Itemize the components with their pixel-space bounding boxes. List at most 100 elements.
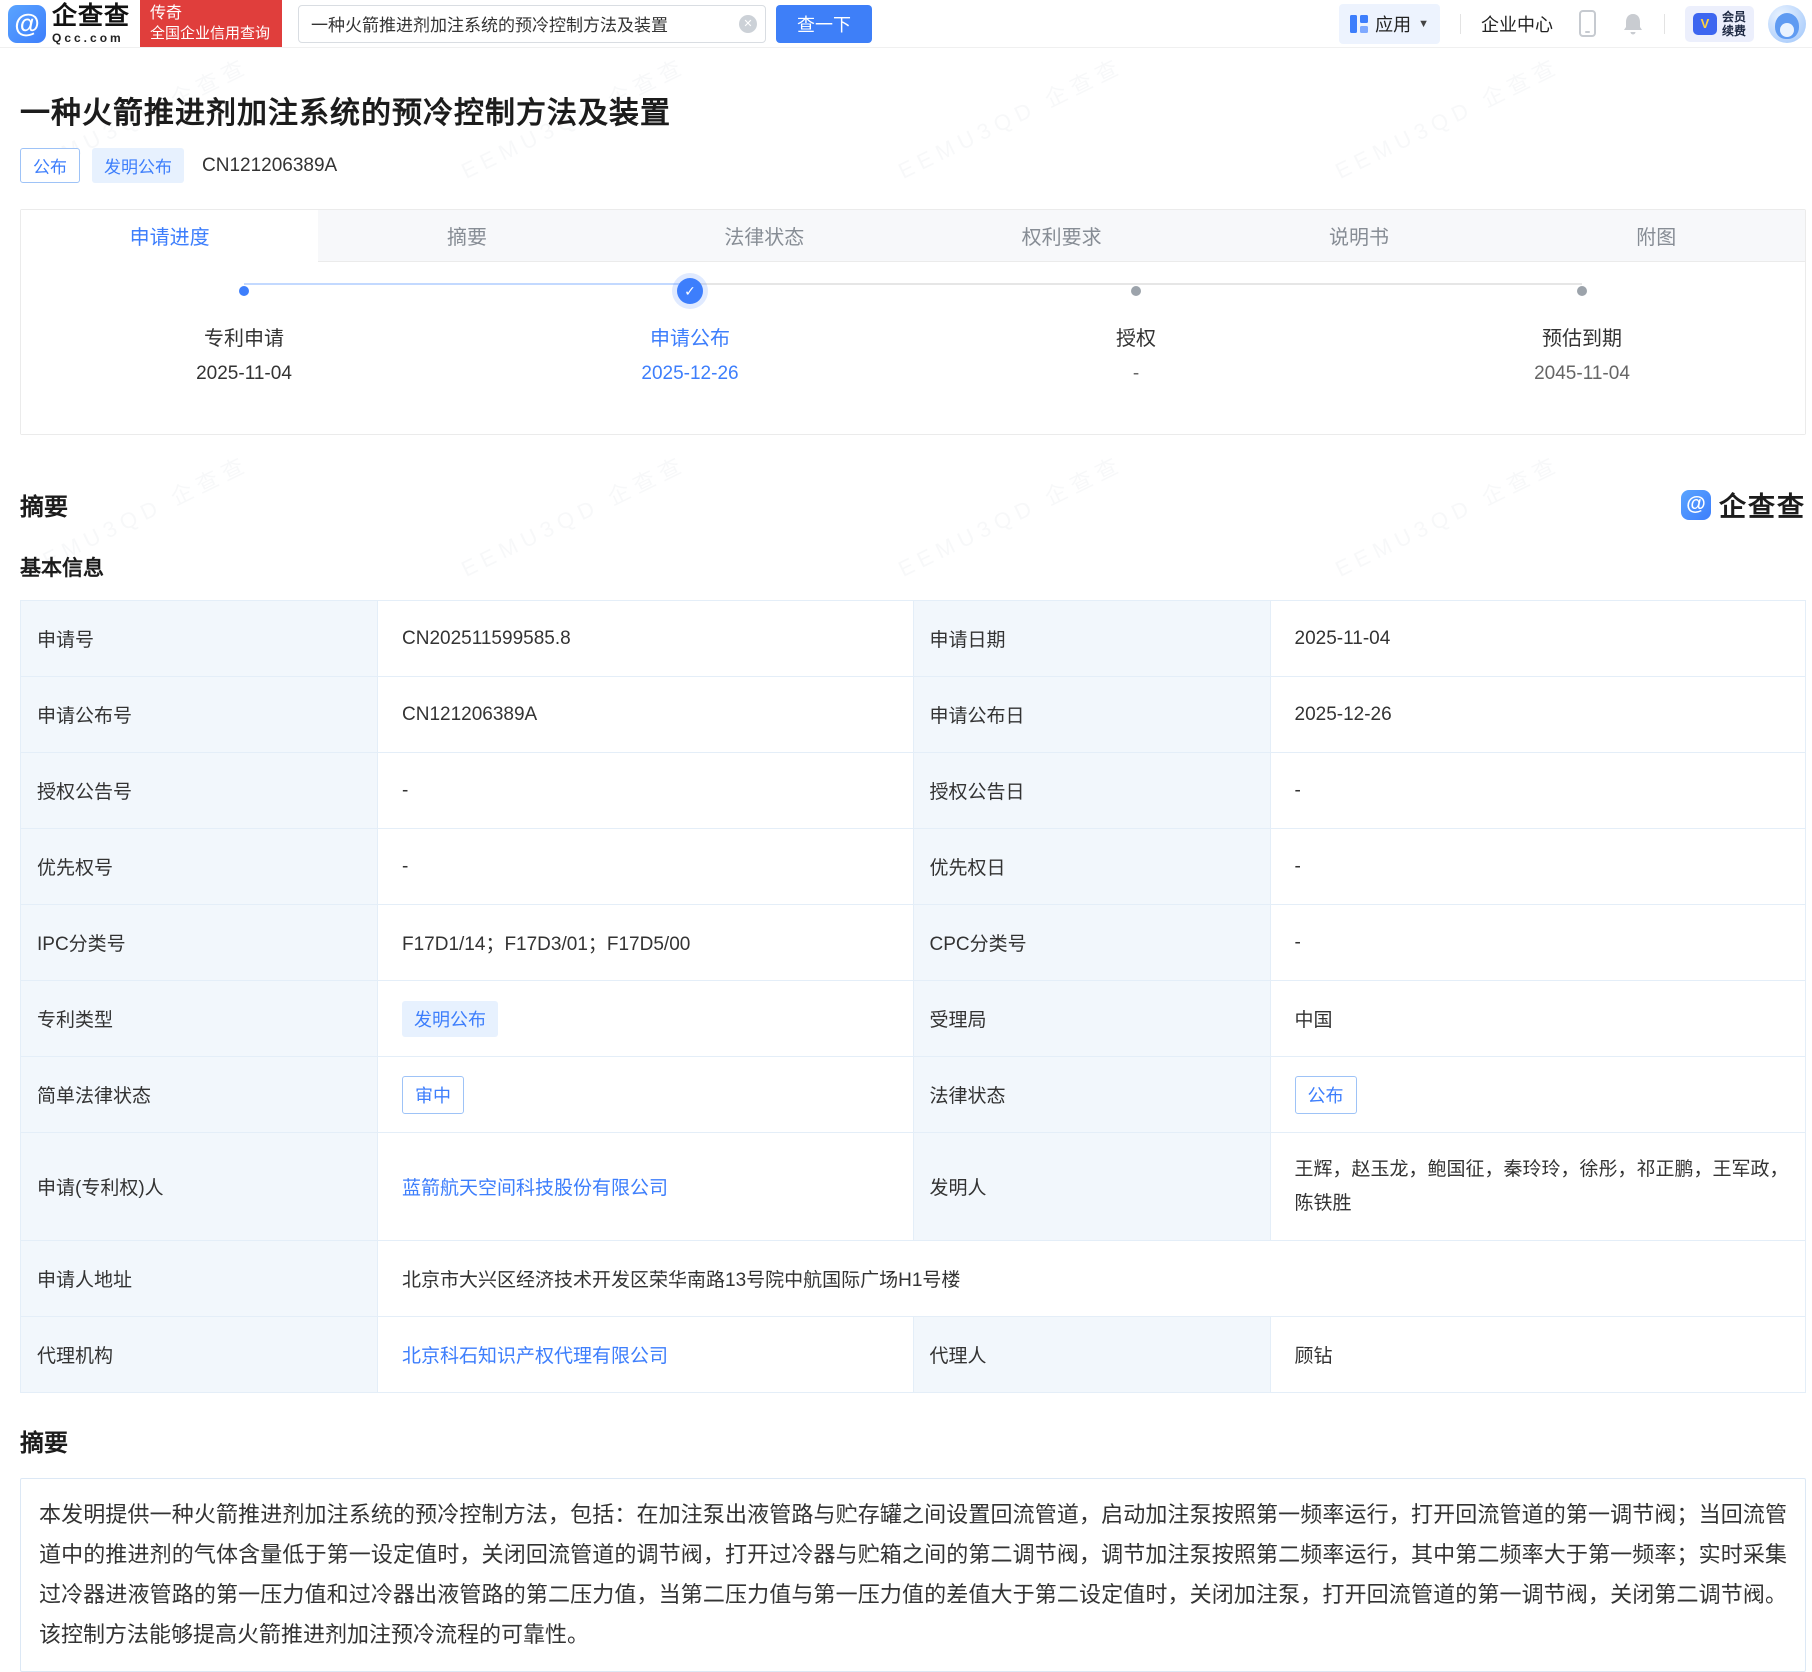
field-label: 申请(专利权)人 xyxy=(21,1133,378,1241)
tab-application-progress[interactable]: 申请进度 xyxy=(21,210,318,262)
table-row: 简单法律状态 审中 法律状态 公布 xyxy=(21,1057,1806,1133)
user-avatar[interactable] xyxy=(1768,5,1806,43)
table-row: 优先权号 - 优先权日 - xyxy=(21,829,1806,905)
field-value: - xyxy=(1270,753,1806,829)
qcc-brand-mark: @ 企查查 xyxy=(1681,485,1806,524)
field-label: 优先权号 xyxy=(21,829,378,905)
field-value: 2025-11-04 xyxy=(1270,601,1806,677)
qcc-mini-logo-icon: @ xyxy=(1681,490,1711,520)
field-label: 申请号 xyxy=(21,601,378,677)
field-label: 优先权日 xyxy=(913,829,1270,905)
search-button[interactable]: 查一下 xyxy=(776,5,872,43)
milestone-date: 2025-11-04 xyxy=(196,363,292,385)
vip-line1: 会员 xyxy=(1722,10,1746,24)
qcc-logo-icon: @ xyxy=(8,5,46,43)
agent-value: 顾钻 xyxy=(1270,1317,1806,1393)
search-input[interactable]: 一种火箭推进剂加注系统的预冷控制方法及装置 ✕ xyxy=(298,5,766,43)
chevron-down-icon: ▼ xyxy=(1418,18,1429,30)
table-row: 专利类型 发明公布 受理局 中国 xyxy=(21,981,1806,1057)
table-row: 申请号 CN202511599585.8 申请日期 2025-11-04 xyxy=(21,601,1806,677)
vip-line2: 续费 xyxy=(1722,24,1746,38)
top-nav: 应用 ▼ 企业中心 V 会员 xyxy=(1339,4,1806,44)
milestone-dot xyxy=(1577,286,1587,296)
abstract-box: 本发明提供一种火箭推进剂加注系统的预冷控制方法，包括：在加注泵出液管路与贮存罐之… xyxy=(20,1478,1806,1672)
notifications-button[interactable] xyxy=(1622,12,1644,36)
milestone-expiry: 预估到期 2045-11-04 xyxy=(1359,262,1805,434)
apps-label: 应用 xyxy=(1375,11,1411,37)
field-value: - xyxy=(378,829,914,905)
abstract-heading: 摘要 xyxy=(20,1423,1806,1458)
abstract-text: 本发明提供一种火箭推进剂加注系统的预冷控制方法，包括：在加注泵出液管路与贮存罐之… xyxy=(39,1502,1787,1647)
bell-icon xyxy=(1622,12,1644,36)
field-label: 申请公布号 xyxy=(21,677,378,753)
field-value: 2025-12-26 xyxy=(1270,677,1806,753)
vip-renew-button[interactable]: V 会员 续费 xyxy=(1685,6,1754,42)
field-label: 代理机构 xyxy=(21,1317,378,1393)
field-label: 申请人地址 xyxy=(21,1241,378,1317)
legal-status-badge: 公布 xyxy=(1295,1076,1357,1114)
search-bar: 一种火箭推进剂加注系统的预冷控制方法及装置 ✕ 查一下 xyxy=(298,5,872,43)
mobile-app-button[interactable] xyxy=(1579,10,1596,37)
status-badge-published: 公布 xyxy=(20,148,80,183)
type-badge-invention: 发明公布 xyxy=(92,148,184,183)
milestone-dot xyxy=(239,286,249,296)
search-input-value: 一种火箭推进剂加注系统的预冷控制方法及装置 xyxy=(311,11,668,36)
field-label: 发明人 xyxy=(913,1133,1270,1241)
field-label: 专利类型 xyxy=(21,981,378,1057)
table-row: 代理机构 北京科石知识产权代理有限公司 代理人 顾钻 xyxy=(21,1317,1806,1393)
application-timeline: 专利申请 2025-11-04 ✓ 申请公布 2025-12-26 授权 - xyxy=(21,262,1805,434)
milestone-publication: ✓ 申请公布 2025-12-26 xyxy=(467,262,913,434)
simple-legal-status-badge: 审中 xyxy=(402,1076,464,1114)
tab-summary[interactable]: 摘要 xyxy=(318,210,615,262)
promo-line2: 全国企业信用查询 xyxy=(150,24,270,44)
brand-name: 企查查 xyxy=(52,4,130,29)
progress-card: 申请进度 摘要 法律状态 权利要求 说明书 附图 专利申请 2025-11- xyxy=(20,209,1806,435)
milestone-name: 专利申请 xyxy=(204,322,284,351)
top-bar: @ 企查查 Qcc.com 传奇 全国企业信用查询 一种火箭推进剂加注系统的预冷… xyxy=(0,0,1812,48)
clear-search-icon[interactable]: ✕ xyxy=(739,15,757,33)
badge-row: 公布 发明公布 CN121206389A xyxy=(20,148,1806,183)
enterprise-center-link[interactable]: 企业中心 xyxy=(1481,11,1553,37)
field-label: 申请日期 xyxy=(913,601,1270,677)
table-row: 申请(专利权)人 蓝箭航天空间科技股份有限公司 发明人 王辉，赵玉龙，鲍国征，秦… xyxy=(21,1133,1806,1241)
applicant-link[interactable]: 蓝箭航天空间科技股份有限公司 xyxy=(402,1178,668,1199)
crown-icon: V xyxy=(1693,13,1717,35)
milestone-date: 2045-11-04 xyxy=(1534,363,1630,385)
agency-link[interactable]: 北京科石知识产权代理有限公司 xyxy=(402,1346,668,1367)
field-value: CN202511599585.8 xyxy=(378,601,914,677)
field-label: IPC分类号 xyxy=(21,905,378,981)
field-label: CPC分类号 xyxy=(913,905,1270,981)
table-row: 申请人地址 北京市大兴区经济技术开发区荣华南路13号院中航国际广场H1号楼 xyxy=(21,1241,1806,1317)
field-label: 授权公告号 xyxy=(21,753,378,829)
field-label: 受理局 xyxy=(913,981,1270,1057)
avatar-figure-belly xyxy=(1780,23,1794,37)
qcc-logo[interactable]: @ 企查查 Qcc.com xyxy=(8,4,130,44)
field-value: F17D1/14；F17D3/01；F17D5/00 xyxy=(378,905,914,981)
patent-type-badge: 发明公布 xyxy=(402,1001,498,1037)
field-value: CN121206389A xyxy=(378,677,914,753)
field-value: - xyxy=(1270,829,1806,905)
tab-legal-status[interactable]: 法律状态 xyxy=(616,210,913,262)
grid-icon xyxy=(1350,15,1368,33)
apps-menu[interactable]: 应用 ▼ xyxy=(1339,4,1440,44)
promo-line1: 传奇 xyxy=(150,4,270,24)
basic-info-table: 申请号 CN202511599585.8 申请日期 2025-11-04 申请公… xyxy=(20,600,1806,1393)
tab-drawings[interactable]: 附图 xyxy=(1508,210,1805,262)
summary-section-heading: 摘要 xyxy=(20,487,68,522)
milestone-dot xyxy=(1131,286,1141,296)
table-row: 申请公布号 CN121206389A 申请公布日 2025-12-26 xyxy=(21,677,1806,753)
table-row: IPC分类号 F17D1/14；F17D3/01；F17D5/00 CPC分类号… xyxy=(21,905,1806,981)
promo-banner[interactable]: 传奇 全国企业信用查询 xyxy=(140,0,282,47)
tab-description[interactable]: 说明书 xyxy=(1210,210,1507,262)
milestone-name: 授权 xyxy=(1116,322,1156,351)
field-value: - xyxy=(1270,905,1806,981)
qcc-mark-text: 企查查 xyxy=(1719,485,1806,524)
tab-claims[interactable]: 权利要求 xyxy=(913,210,1210,262)
field-label: 代理人 xyxy=(913,1317,1270,1393)
phone-icon xyxy=(1579,10,1596,37)
field-label: 简单法律状态 xyxy=(21,1057,378,1133)
field-label: 申请公布日 xyxy=(913,677,1270,753)
field-value: 中国 xyxy=(1270,981,1806,1057)
publication-number: CN121206389A xyxy=(202,155,337,177)
check-icon: ✓ xyxy=(677,278,703,304)
